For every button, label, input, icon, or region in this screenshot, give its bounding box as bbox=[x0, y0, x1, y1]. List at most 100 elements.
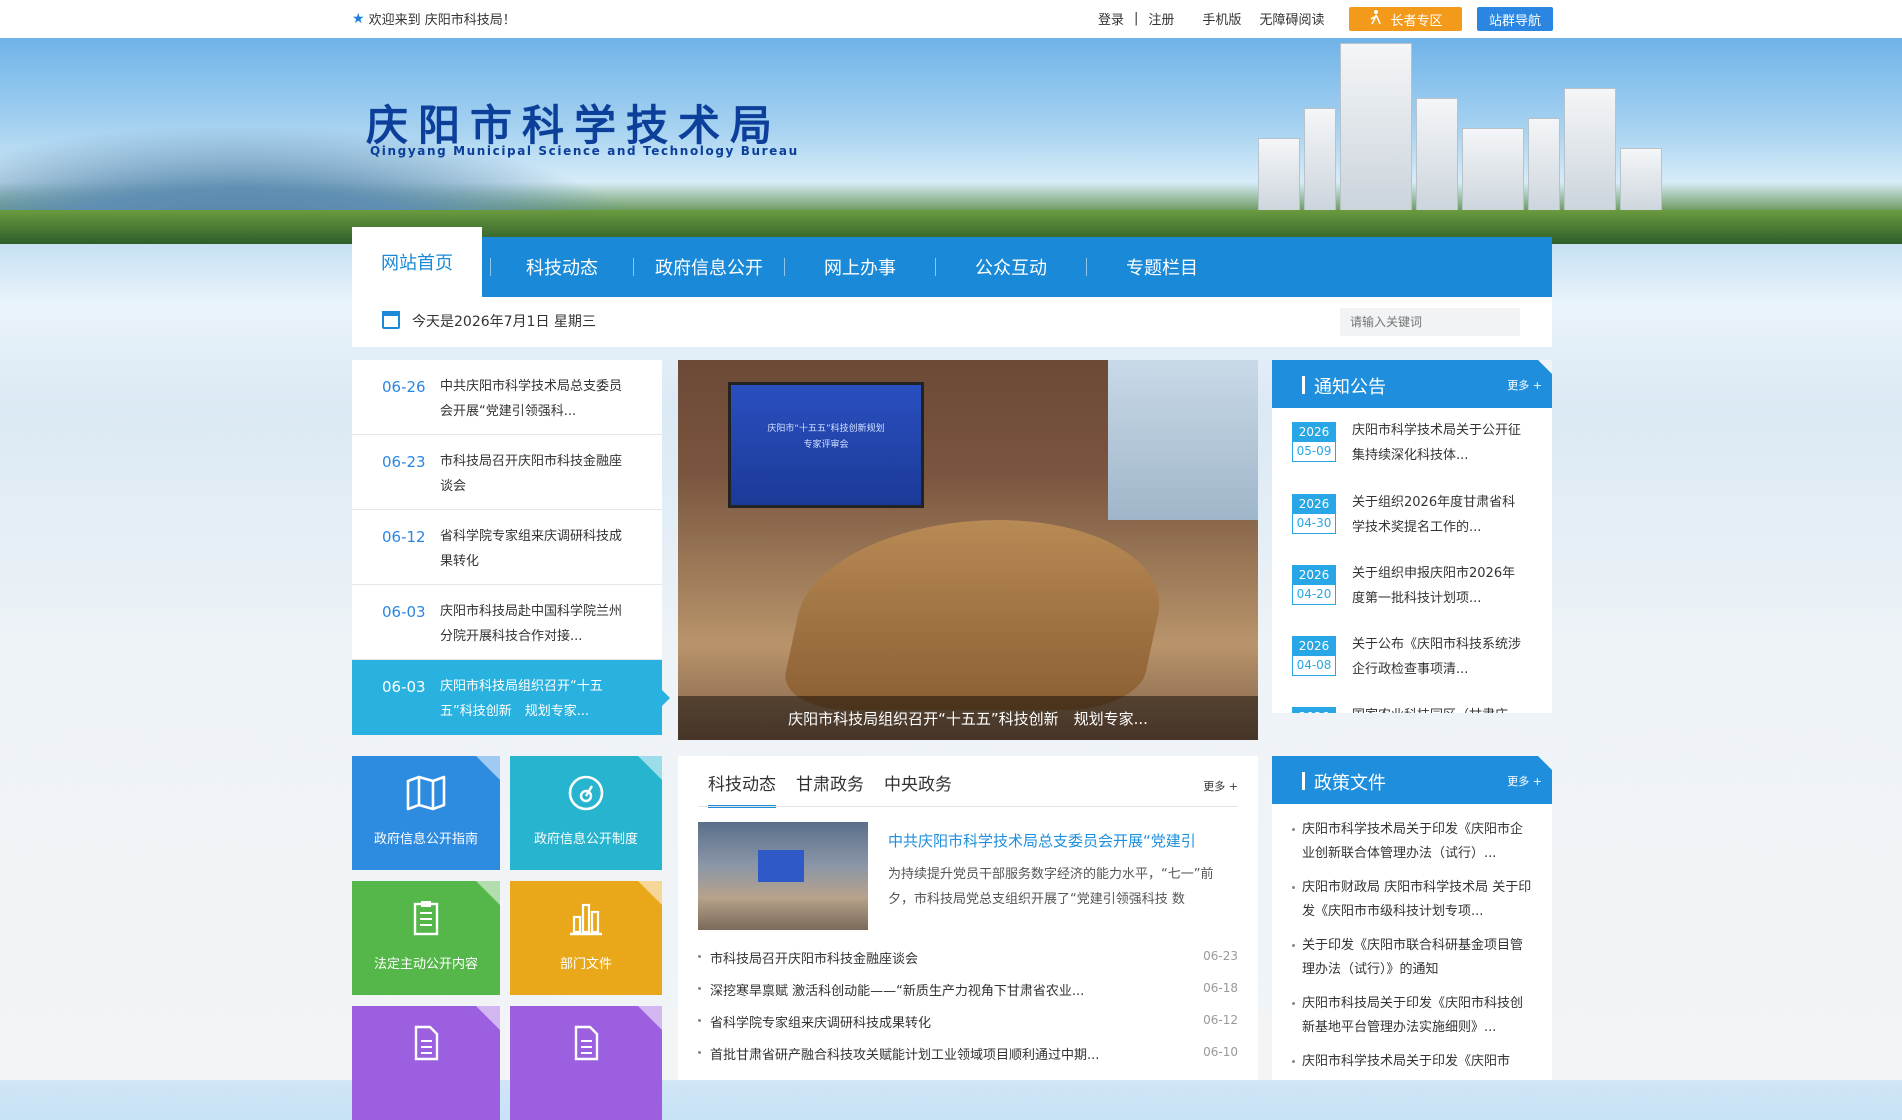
tab-tech-news[interactable]: 科技动态 bbox=[708, 770, 776, 808]
photo-window bbox=[1108, 360, 1258, 520]
corner-fold bbox=[638, 881, 662, 905]
thumbnail-screen bbox=[758, 850, 804, 882]
notice-year: 2026 bbox=[1293, 566, 1335, 585]
notice-year: 2026 bbox=[1293, 495, 1335, 514]
policy-item[interactable]: 庆阳市科技局关于印发《庆阳市科技创新基地平台管理办法实施细则》... bbox=[1292, 992, 1532, 1040]
notice-header: 通知公告 更多 + bbox=[1272, 360, 1552, 408]
notice-date-badge: 2026 05-09 bbox=[1292, 422, 1336, 462]
nav-topics[interactable]: 专题栏目 bbox=[1087, 237, 1237, 297]
nav-home[interactable]: 网站首页 bbox=[352, 227, 482, 297]
headline-title: 庆阳市科技局组织召开“十五五”科技创新 规划专家... bbox=[440, 679, 603, 719]
bullet-icon bbox=[1292, 1002, 1295, 1005]
link-divider: | bbox=[1134, 11, 1139, 26]
tile-document-b[interactable] bbox=[510, 1006, 662, 1120]
tab-central-gov[interactable]: 中央政务 bbox=[884, 770, 952, 808]
title-bar-marker bbox=[1302, 376, 1305, 394]
policy-list: 庆阳市科学技术局关于印发《庆阳市企业创新联合体管理办法（试行）... 庆阳市财政… bbox=[1272, 804, 1552, 1080]
headline-item-active[interactable]: 06-03 庆阳市科技局组织召开“十五五”科技创新 规划专家... bbox=[352, 660, 670, 735]
corner-fold bbox=[476, 1006, 500, 1030]
photo-screen: 庆阳市“十五五”科技创新规划 专家评审会 bbox=[728, 382, 924, 508]
news-tabs-panel: 科技动态 甘肃政务 中央政务 更多 + 中共庆阳市科学技术局总支委员会开展“党建… bbox=[678, 756, 1258, 1080]
notice-date-badge: 2026 04-30 bbox=[1292, 494, 1336, 534]
policy-item[interactable]: 庆阳市财政局 庆阳市科学技术局 关于印发《庆阳市市级科技计划专项... bbox=[1292, 876, 1532, 924]
tile-document-a[interactable] bbox=[352, 1006, 500, 1120]
document-icon bbox=[510, 1024, 662, 1066]
main-nav: 网站首页 科技动态 政府信息公开 网上办事 公众互动 专题栏目 bbox=[352, 227, 1552, 297]
notice-item[interactable]: 2026 04-30 关于组织2026年度甘肃省科学技术奖提名工作的... bbox=[1292, 490, 1532, 544]
notice-date-badge: 2026 03-28 bbox=[1292, 707, 1336, 713]
tile-label: 政府信息公开指南 bbox=[373, 832, 478, 847]
site-nav-button[interactable]: 站群导航 bbox=[1477, 7, 1553, 31]
screen-text: 专家评审会 bbox=[803, 440, 849, 450]
map-book-icon bbox=[352, 774, 500, 816]
feature-thumbnail[interactable] bbox=[698, 822, 868, 930]
photo-table bbox=[777, 520, 1179, 710]
notice-item[interactable]: 2026 04-20 关于组织申报庆阳市2026年度第一批科技计划项... bbox=[1292, 561, 1532, 615]
headline-item[interactable]: 06-12 省科学院专家组来庆调研科技成果转化 bbox=[352, 510, 662, 585]
login-link[interactable]: 登录 bbox=[1098, 9, 1124, 28]
document-icon bbox=[352, 1024, 500, 1066]
headline-title: 庆阳市科技局赴中国科学院兰州分院开展科技合作对接... bbox=[440, 604, 623, 644]
policy-item-title: 庆阳市财政局 庆阳市科学技术局 关于印发《庆阳市市级科技计划专项... bbox=[1302, 880, 1532, 919]
tile-dept-documents[interactable]: 部门文件 bbox=[510, 881, 662, 995]
star-icon: ★ bbox=[352, 10, 365, 27]
current-date: 今天是2026年7月1日 星期三 bbox=[412, 314, 596, 330]
policy-item-title: 庆阳市科技局关于印发《庆阳市科技创新基地平台管理办法实施细则》... bbox=[1302, 996, 1524, 1035]
policy-item[interactable]: 庆阳市科学技术局关于印发《庆阳市企业创新联合体管理办法（试行）... bbox=[1292, 818, 1532, 866]
headline-item[interactable]: 06-23 市科技局召开庆阳市科技金融座谈会 bbox=[352, 435, 662, 510]
featured-photo[interactable]: 庆阳市“十五五”科技创新规划 专家评审会 庆阳市科技局组织召开“十五五”科技创新… bbox=[678, 360, 1258, 740]
tile-gov-info-guide[interactable]: 政府信息公开指南 bbox=[352, 756, 500, 870]
search-input[interactable] bbox=[1340, 308, 1520, 336]
notice-text: 庆阳市科学技术局关于公开征集持续深化科技体... bbox=[1352, 423, 1522, 463]
policy-item[interactable]: 关于印发《庆阳市联合科研基金项目管理办法（试行）》的通知 bbox=[1292, 934, 1532, 982]
policy-more-link[interactable]: 更多 + bbox=[1507, 773, 1542, 789]
list-item[interactable]: 市科技局召开庆阳市科技金融座谈会 06-23 bbox=[698, 942, 1238, 974]
elder-zone-button[interactable]: 长者专区 bbox=[1349, 7, 1462, 31]
notice-more-link[interactable]: 更多 + bbox=[1507, 377, 1542, 393]
welcome-message: ★ 欢迎来到 庆阳市科技局！ bbox=[352, 9, 516, 29]
welcome-text: 欢迎来到 庆阳市科技局！ bbox=[368, 13, 516, 28]
list-item[interactable]: 省科学院专家组来庆调研科技成果转化 06-12 bbox=[698, 1006, 1238, 1038]
policy-item[interactable]: 庆阳市科学技术局关于印发《庆阳市 bbox=[1292, 1050, 1532, 1074]
list-item-title: 市科技局召开庆阳市科技金融座谈会 bbox=[710, 952, 919, 967]
register-link[interactable]: 注册 bbox=[1148, 9, 1174, 28]
accessible-link[interactable]: 无障碍阅读 bbox=[1259, 9, 1324, 28]
headline-item[interactable]: 06-26 中共庆阳市科学技术局总支委员会开展“党建引领强科... bbox=[352, 360, 662, 435]
tile-gov-info-system[interactable]: 政府信息公开制度 bbox=[510, 756, 662, 870]
tile-label: 部门文件 bbox=[559, 957, 612, 972]
tabs-more-link[interactable]: 更多 + bbox=[1203, 778, 1238, 794]
corner-fold bbox=[1538, 360, 1552, 374]
policy-header: 政策文件 更多 + bbox=[1272, 756, 1552, 804]
feature-title[interactable]: 中共庆阳市科学技术局总支委员会开展“党建引 bbox=[888, 830, 1238, 851]
corner-fold bbox=[476, 881, 500, 905]
tab-gansu-gov[interactable]: 甘肃政务 bbox=[796, 770, 864, 808]
list-item[interactable]: 首批甘肃省研产融合科技攻关赋能计划工业领域项目顺利通过中期... 06-10 bbox=[698, 1038, 1238, 1070]
list-item-date: 06-12 bbox=[1203, 1013, 1238, 1027]
mobile-link[interactable]: 手机版 bbox=[1202, 9, 1241, 28]
tile-statutory-disclosure[interactable]: 法定主动公开内容 bbox=[352, 881, 500, 995]
nav-interaction[interactable]: 公众互动 bbox=[936, 237, 1086, 297]
notice-month-day: 04-08 bbox=[1296, 658, 1332, 672]
notice-item[interactable]: 2026 05-09 庆阳市科学技术局关于公开征集持续深化科技体... bbox=[1292, 418, 1532, 472]
policy-item-title: 庆阳市科学技术局关于印发《庆阳市 bbox=[1302, 1054, 1511, 1069]
headline-title: 省科学院专家组来庆调研科技成果转化 bbox=[440, 529, 623, 569]
notice-item[interactable]: 2026 03-28 国家农业科技园区（甘肃庆... bbox=[1292, 703, 1532, 713]
nav-gov-info[interactable]: 政府信息公开 bbox=[634, 237, 784, 297]
tile-label: 法定主动公开内容 bbox=[373, 957, 478, 972]
top-links: 登录 | 注册 手机版 无障碍阅读 bbox=[1098, 9, 1334, 28]
notice-date-badge: 2026 04-20 bbox=[1292, 565, 1336, 605]
headline-date: 06-03 bbox=[382, 678, 426, 696]
notice-list: 2026 05-09 庆阳市科学技术局关于公开征集持续深化科技体... 2026… bbox=[1272, 408, 1552, 713]
list-item-date: 06-18 bbox=[1203, 981, 1238, 995]
elder-zone-label: 长者专区 bbox=[1390, 13, 1443, 29]
notice-item[interactable]: 2026 04-08 关于公布《庆阳市科技系统涉企行政检查事项清... bbox=[1292, 632, 1532, 686]
corner-fold bbox=[476, 756, 500, 780]
list-item-date: 06-23 bbox=[1203, 949, 1238, 963]
list-item[interactable]: 深挖寒旱禀赋 激活科创动能——“新质生产力视角下甘肃省农业... 06-18 bbox=[698, 974, 1238, 1006]
news-tabs: 科技动态 甘肃政务 中央政务 bbox=[708, 770, 952, 808]
headline-item[interactable]: 06-03 庆阳市科技局赴中国科学院兰州分院开展科技合作对接... bbox=[352, 585, 662, 660]
photo-caption[interactable]: 庆阳市科技局组织召开“十五五”科技创新 规划专家... bbox=[678, 696, 1258, 740]
notice-month-day: 04-30 bbox=[1296, 516, 1332, 530]
nav-tech-news[interactable]: 科技动态 bbox=[491, 237, 633, 297]
nav-online-service[interactable]: 网上办事 bbox=[785, 237, 935, 297]
